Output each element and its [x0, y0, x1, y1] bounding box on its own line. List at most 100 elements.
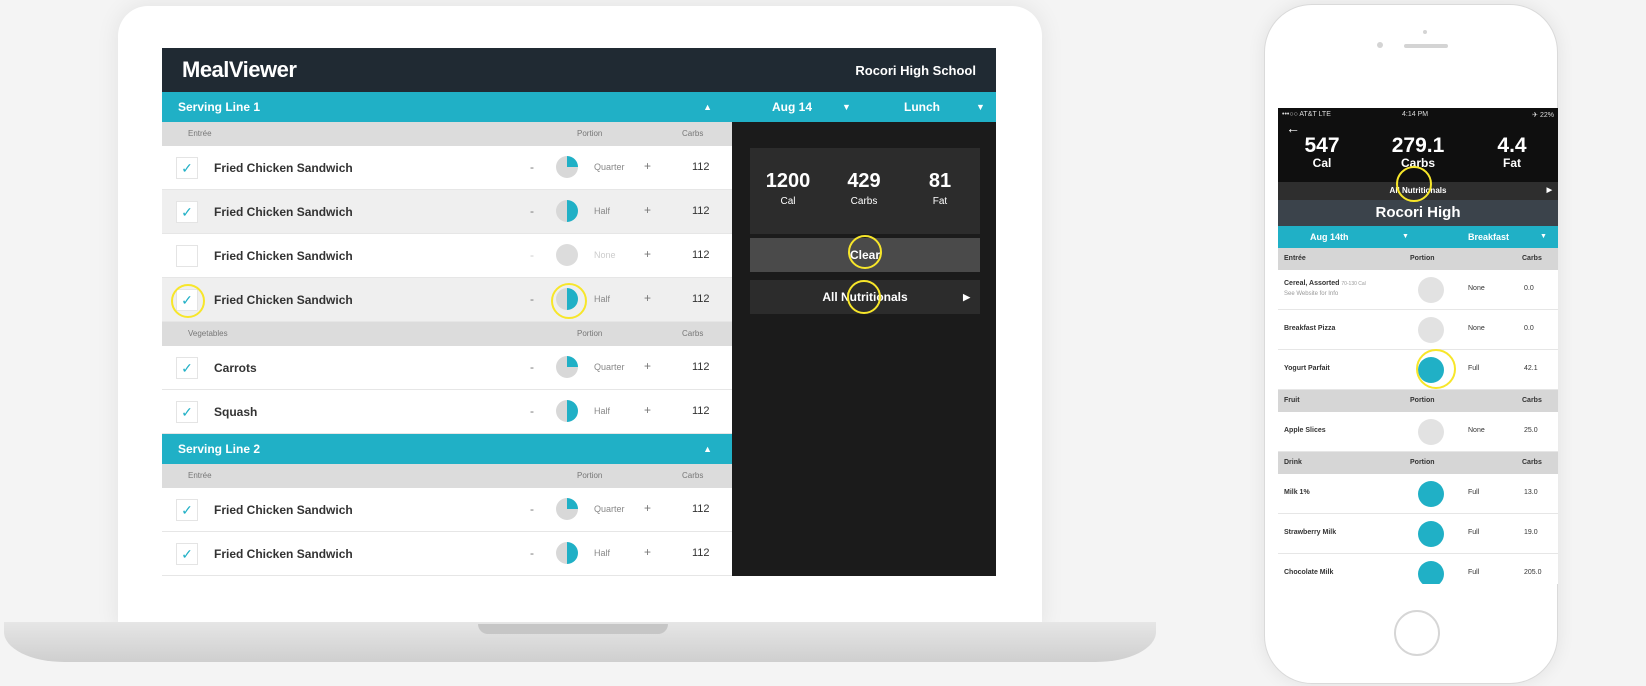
- portion-header: Portion: [1410, 459, 1435, 466]
- decrease-portion-button[interactable]: -: [530, 360, 534, 374]
- portion-label: None: [594, 250, 616, 260]
- chevron-down-icon[interactable]: ▼: [842, 92, 851, 122]
- app-logo[interactable]: MealViewer: [182, 57, 297, 83]
- full-portion-icon[interactable]: [1418, 561, 1444, 584]
- item-name: Strawberry Milk: [1284, 529, 1337, 536]
- decrease-portion-button[interactable]: -: [530, 546, 534, 560]
- portion-header: Portion: [1410, 255, 1435, 262]
- chevron-down-icon[interactable]: ▼: [1540, 226, 1547, 248]
- decrease-portion-button[interactable]: -: [530, 404, 534, 418]
- calories-total: 1200 Cal: [758, 170, 818, 207]
- full-portion-icon[interactable]: [1418, 481, 1444, 507]
- increase-portion-button[interactable]: +: [644, 203, 651, 217]
- chevron-down-icon[interactable]: ▼: [1402, 226, 1409, 248]
- carbs-value: 19.0: [1524, 529, 1538, 536]
- mobile-menu-list: Entrée Portion Carbs Cereal, Assorted 70…: [1278, 248, 1558, 584]
- no-portion-icon[interactable]: [1418, 419, 1444, 445]
- school-name: Rocori High: [1278, 200, 1558, 226]
- quarter-portion-icon: [556, 498, 578, 520]
- carbs-value: 13.0: [1524, 489, 1538, 496]
- app-header: MealViewer Rocori High School: [162, 48, 996, 92]
- item-name: Yogurt Parfait: [1284, 365, 1330, 372]
- item-checkbox[interactable]: ✓: [176, 499, 198, 521]
- decrease-portion-button[interactable]: -: [530, 204, 534, 218]
- carbs-value: 112: [692, 503, 710, 515]
- no-portion-icon[interactable]: [1418, 317, 1444, 343]
- carbs-header: Carbs: [1522, 255, 1542, 262]
- carbs-value: 0.0: [1524, 325, 1534, 332]
- total-value: 429: [847, 170, 881, 192]
- item-checkbox[interactable]: [176, 245, 198, 267]
- item-name: Fried Chicken Sandwich: [214, 249, 353, 263]
- portion-label: Quarter: [594, 504, 625, 514]
- portion-label: Half: [594, 548, 611, 558]
- portion-header: Portion: [1410, 397, 1435, 404]
- carbs-value: 112: [692, 405, 710, 417]
- total-value: 4.4: [1497, 134, 1527, 157]
- portion-label: Quarter: [594, 362, 625, 372]
- item-checkbox[interactable]: ✓: [176, 543, 198, 565]
- item-name: Fried Chicken Sandwich: [214, 293, 353, 307]
- item-checkbox[interactable]: ✓: [176, 357, 198, 379]
- half-portion-icon: [556, 400, 578, 422]
- menu-item-row: ✓ Fried Chicken Sandwich - Half + 112: [162, 190, 732, 234]
- portion-header: Portion: [577, 471, 603, 480]
- portion-label: None: [1468, 285, 1485, 292]
- phone-home-button[interactable]: [1394, 610, 1440, 656]
- chevron-up-icon[interactable]: ▲: [703, 434, 712, 464]
- item-name: Cereal, Assorted 70-130 Cal: [1284, 280, 1366, 287]
- meal-selector[interactable]: Breakfast: [1468, 226, 1509, 248]
- portion-label: None: [1468, 427, 1485, 434]
- increase-portion-button[interactable]: +: [644, 247, 651, 261]
- phone-speaker: [1404, 44, 1448, 48]
- serving-line-header[interactable]: Serving Line 2 ▲: [162, 434, 732, 464]
- increase-portion-button[interactable]: +: [644, 359, 651, 373]
- item-checkbox[interactable]: ✓: [176, 401, 198, 423]
- date-meal-bar: Aug 14th ▼ Breakfast ▼: [1278, 226, 1558, 248]
- decrease-portion-button[interactable]: -: [530, 160, 534, 174]
- total-value: 81: [928, 170, 952, 192]
- portion-header: Portion: [577, 329, 603, 338]
- menu-item-row: ✓ Fried Chicken Sandwich - Half + 112: [162, 278, 732, 322]
- menu-item-row[interactable]: Strawberry Milk Full 19.0: [1278, 514, 1558, 554]
- increase-portion-button[interactable]: +: [644, 159, 651, 173]
- carbs-header: Carbs: [682, 129, 704, 138]
- portion-header: Portion: [577, 129, 603, 138]
- serving-lines-pane: Serving Line 1 ▲ Entrée Portion Carbs ✓ …: [162, 92, 732, 576]
- meal-selector[interactable]: Lunch: [904, 92, 940, 122]
- menu-item-row[interactable]: Milk 1% Full 13.0: [1278, 474, 1558, 514]
- carbs-header: Carbs: [1522, 459, 1542, 466]
- item-checkbox[interactable]: ✓: [176, 201, 198, 223]
- serving-line-header[interactable]: Serving Line 1 ▲: [162, 92, 732, 122]
- carbs-header: Carbs: [682, 329, 704, 338]
- no-portion-icon[interactable]: [1418, 277, 1444, 303]
- decrease-portion-button[interactable]: -: [530, 292, 534, 306]
- increase-portion-button[interactable]: +: [644, 501, 651, 515]
- increase-portion-button[interactable]: +: [644, 403, 651, 417]
- item-checkbox[interactable]: ✓: [176, 157, 198, 179]
- total-label: Fat: [932, 196, 948, 207]
- increase-portion-button[interactable]: +: [644, 545, 651, 559]
- menu-item-row[interactable]: Chocolate Milk Full 205.0: [1278, 554, 1558, 584]
- item-name: Apple Slices: [1284, 427, 1326, 434]
- portion-label: None: [1468, 325, 1485, 332]
- menu-item-row[interactable]: Breakfast Pizza None 0.0: [1278, 310, 1558, 350]
- full-portion-icon[interactable]: [1418, 521, 1444, 547]
- menu-item-row[interactable]: Apple Slices None 25.0: [1278, 412, 1558, 452]
- portion-label: Half: [594, 406, 611, 416]
- carbs-total: 429 Carbs: [834, 170, 894, 207]
- no-portion-icon: [556, 244, 578, 266]
- decrease-portion-button[interactable]: -: [530, 502, 534, 516]
- carbs-value: 112: [692, 249, 710, 261]
- total-value: 279.1: [1391, 134, 1445, 157]
- decrease-portion-button[interactable]: -: [530, 248, 534, 262]
- status-time: 4:14 PM: [1402, 111, 1429, 118]
- chevron-up-icon[interactable]: ▲: [703, 92, 712, 122]
- chevron-down-icon[interactable]: ▼: [976, 92, 985, 122]
- tap-highlight-ring: [551, 283, 587, 319]
- menu-item-row[interactable]: Cereal, Assorted 70-130 Cal See Website …: [1278, 270, 1558, 310]
- item-name: Chocolate Milk: [1284, 569, 1334, 576]
- date-selector[interactable]: Aug 14th: [1310, 226, 1349, 248]
- increase-portion-button[interactable]: +: [644, 291, 651, 305]
- date-selector[interactable]: Aug 14: [772, 92, 812, 122]
